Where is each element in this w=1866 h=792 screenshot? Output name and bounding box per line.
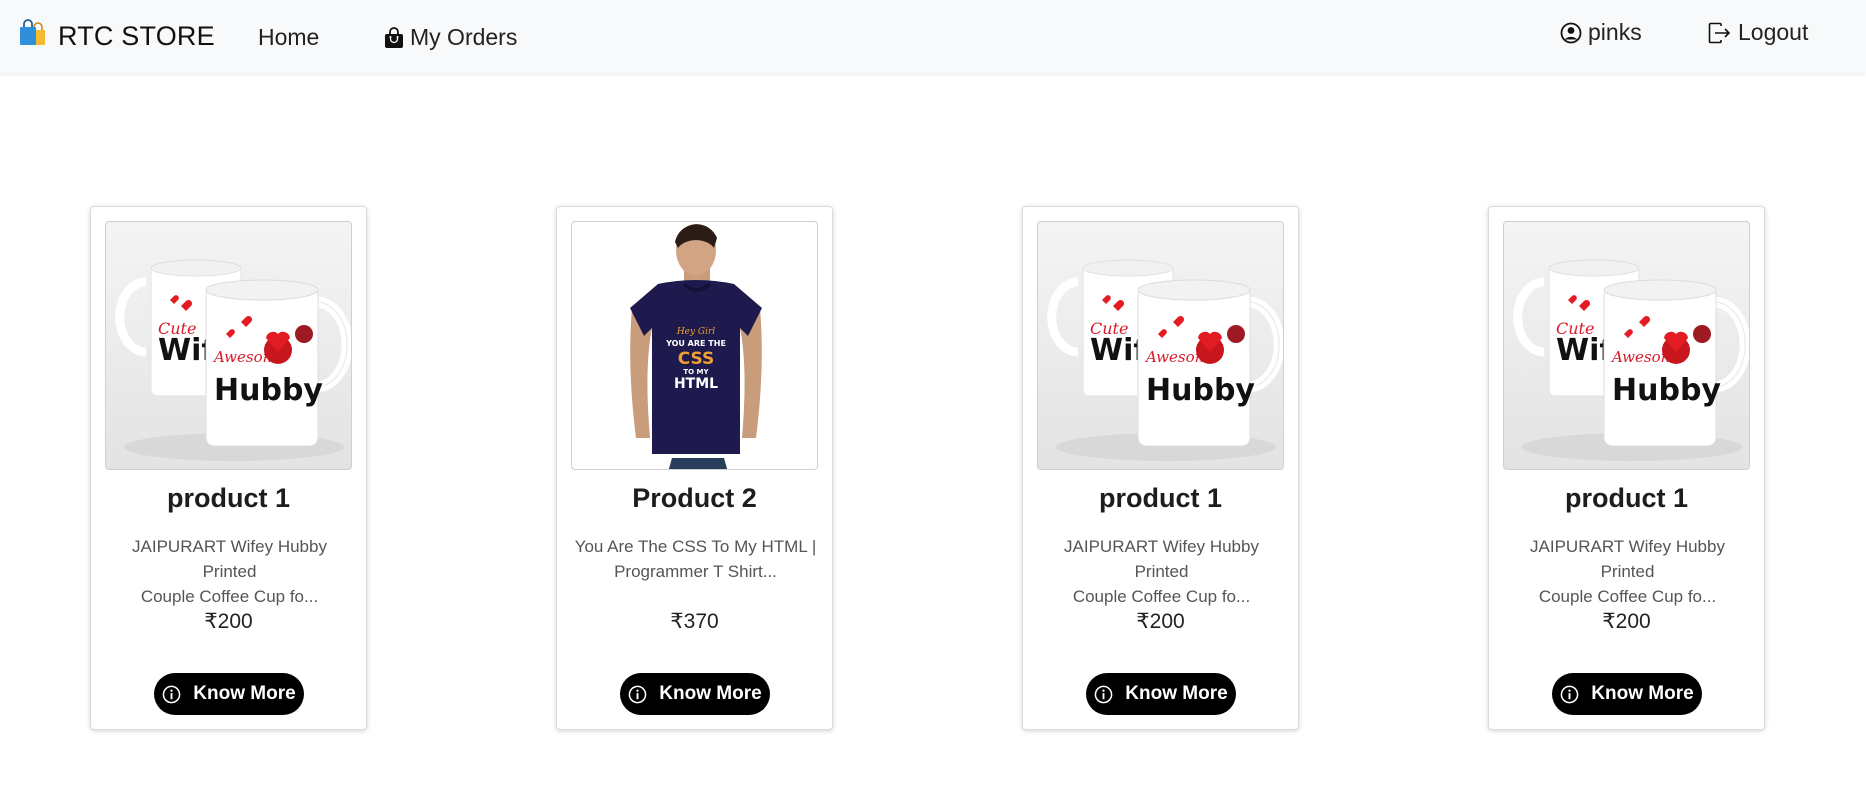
product-description: You Are The CSS To My HTML | Programmer …: [574, 537, 817, 581]
product-price: ₹370: [670, 610, 719, 633]
logout-icon: [1708, 22, 1732, 44]
model: Hey Girl YOU ARE THE CSS TO MY HTML: [630, 224, 762, 469]
product-price: ₹200: [204, 610, 253, 633]
svg-text:Hubby: Hubby: [214, 373, 323, 408]
info-circle-icon: [1094, 685, 1113, 704]
front-mug: Awesome Hubby: [1137, 279, 1283, 447]
nav-my-orders-link[interactable]: My Orders: [384, 24, 517, 51]
front-mug: Awesome Hubby: [1603, 279, 1749, 447]
nav-home-label: Home: [258, 24, 320, 50]
product-card: Cute Wif Awesome Hubby product 1 JAIPURA…: [1022, 206, 1299, 730]
bag-icon: [384, 26, 404, 49]
product-image-mug[interactable]: Cute Wif Awesome Hubby: [105, 221, 352, 470]
nav-my-orders-label: My Orders: [410, 24, 518, 50]
know-more-button[interactable]: Know More: [620, 673, 770, 715]
product-card: Cute Wif Awesome Hubby product 1 JAIPURA…: [90, 206, 367, 730]
svg-text:HTML: HTML: [674, 376, 718, 392]
brand[interactable]: RTC STORE: [18, 16, 215, 56]
nav-home-link[interactable]: Home: [258, 24, 319, 51]
product-image-mug[interactable]: Cute Wif Awesome Hubby: [1037, 221, 1284, 470]
info-circle-icon: [628, 685, 647, 704]
product-title: product 1: [1564, 483, 1688, 513]
navbar: RTC STORE Home My Orders pinks Logout: [0, 0, 1866, 73]
know-more-button[interactable]: Know More: [1552, 673, 1702, 715]
product-description: JAIPURART Wifey Hubby Printed Couple Cof…: [1064, 537, 1259, 606]
info-circle-icon: [162, 685, 181, 704]
product-price: ₹200: [1136, 610, 1185, 633]
nav-logout-link[interactable]: Logout: [1708, 19, 1808, 46]
product-card: Hey Girl YOU ARE THE CSS TO MY HTML Prod…: [556, 206, 833, 730]
info-circle-icon: [1560, 685, 1579, 704]
svg-text:Hey Girl: Hey Girl: [676, 327, 715, 337]
product-card: Cute Wif Awesome Hubby product 1 JAIPURA…: [1488, 206, 1765, 730]
svg-text:TO MY: TO MY: [683, 368, 709, 376]
product-image-mug[interactable]: Cute Wif Awesome Hubby: [1503, 221, 1750, 470]
know-more-button[interactable]: Know More: [154, 673, 304, 715]
brand-name: RTC STORE: [58, 20, 215, 51]
nav-logout-label: Logout: [1738, 19, 1809, 45]
product-title: product 1: [166, 483, 290, 513]
nav-user-link[interactable]: pinks: [1560, 19, 1642, 46]
svg-text:YOU ARE THE: YOU ARE THE: [665, 339, 726, 348]
know-more-button[interactable]: Know More: [1086, 673, 1236, 715]
svg-text:CSS: CSS: [678, 349, 715, 369]
nav-username: pinks: [1588, 19, 1642, 45]
svg-text:Hubby: Hubby: [1146, 373, 1255, 408]
shopping-bags-icon: [18, 18, 48, 54]
product-title: Product 2: [632, 483, 757, 513]
front-mug: Awesome Hubby: [205, 279, 351, 447]
product-image-tshirt[interactable]: Hey Girl YOU ARE THE CSS TO MY HTML: [571, 221, 818, 470]
product-price: ₹200: [1602, 610, 1651, 633]
svg-text:Hubby: Hubby: [1612, 373, 1721, 408]
product-description: JAIPURART Wifey Hubby Printed Couple Cof…: [132, 537, 327, 606]
product-description: JAIPURART Wifey Hubby Printed Couple Cof…: [1530, 537, 1725, 606]
product-title: product 1: [1098, 483, 1222, 513]
user-circle-icon: [1560, 22, 1582, 44]
